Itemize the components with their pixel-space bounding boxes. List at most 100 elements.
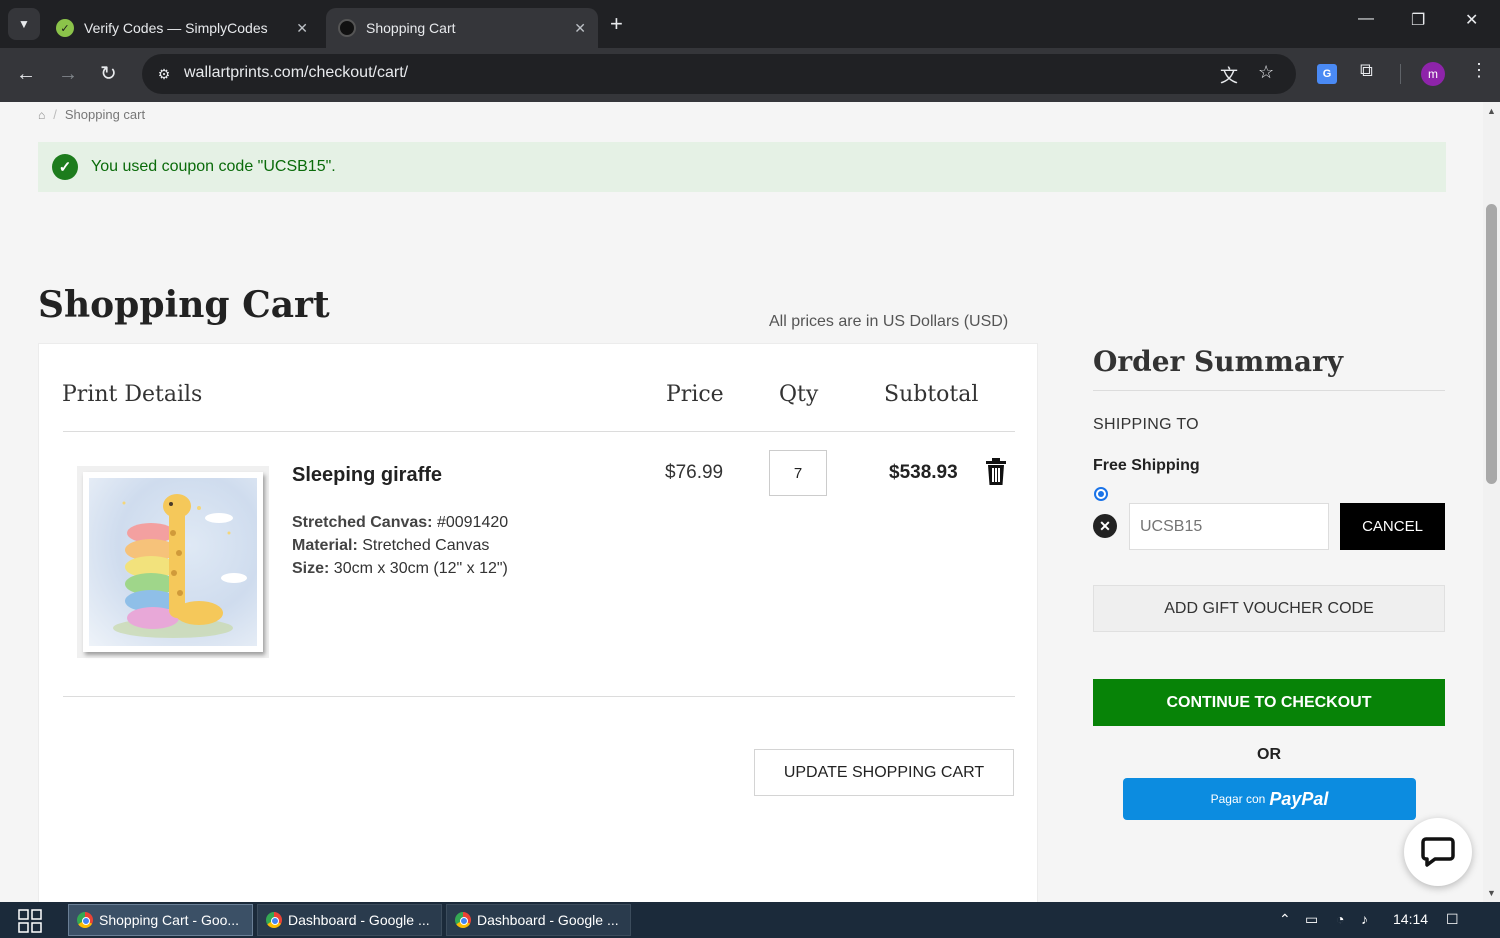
currency-note: All prices are in US Dollars (USD) <box>769 313 1009 330</box>
menu-kebab-icon[interactable]: ⋮ <box>1470 60 1488 81</box>
taskbar-item[interactable]: Dashboard - Google ... <box>446 904 631 936</box>
column-header-price: Price <box>666 382 724 407</box>
taskbar-item-title: Dashboard - Google ... <box>288 912 430 928</box>
chevron-down-icon: ▼ <box>18 17 30 31</box>
minimize-icon[interactable]: — <box>1358 10 1374 28</box>
translate-icon[interactable]: 文 <box>1220 62 1238 88</box>
chrome-icon <box>455 912 471 928</box>
close-tab-icon[interactable]: ✕ <box>574 20 586 37</box>
product-name[interactable]: Sleeping giraffe <box>292 464 442 487</box>
paypal-button[interactable]: Pagar con PayPal <box>1123 778 1416 820</box>
site-favicon-icon <box>338 19 356 37</box>
tab-simplycodes[interactable]: ✓ Verify Codes — SimplyCodes ✕ <box>44 8 320 48</box>
header-divider <box>63 431 1015 432</box>
item-price: $76.99 <box>665 462 724 483</box>
alert-message: You used coupon code "UCSB15". <box>91 158 336 175</box>
remove-coupon-icon[interactable]: ✕ <box>1093 514 1117 538</box>
scroll-down-icon[interactable]: ▼ <box>1487 888 1496 898</box>
shipping-method-radio[interactable] <box>1094 487 1108 501</box>
attribute-size: Size: 30cm x 30cm (12" x 12") <box>292 560 508 578</box>
tab-search-button[interactable]: ▼ <box>8 8 40 40</box>
tab-title: Verify Codes — SimplyCodes <box>84 20 268 36</box>
cancel-coupon-button[interactable]: CANCEL <box>1340 503 1445 550</box>
close-window-icon[interactable]: ✕ <box>1465 10 1478 30</box>
page-scrollbar[interactable]: ▲ ▼ <box>1483 102 1500 902</box>
start-grid-icon[interactable] <box>18 909 42 933</box>
product-thumbnail[interactable] <box>77 466 269 658</box>
volume-icon[interactable]: ♪ <box>1361 911 1368 927</box>
item-divider <box>63 696 1015 697</box>
attribute-material: Material: Stretched Canvas <box>292 537 489 555</box>
tab-shopping-cart[interactable]: Shopping Cart ✕ <box>326 8 598 48</box>
quantity-input[interactable] <box>769 450 827 496</box>
profile-avatar[interactable]: m <box>1421 62 1445 86</box>
column-header-subtotal: Subtotal <box>884 382 979 407</box>
extensions-puzzle-icon[interactable]: ⧉ <box>1360 60 1373 81</box>
shipping-method-label: Free Shipping <box>1093 457 1200 474</box>
scroll-up-icon[interactable]: ▲ <box>1487 106 1496 116</box>
or-separator: OR <box>1257 746 1281 763</box>
chrome-icon <box>77 912 93 928</box>
paypal-prefix: Pagar con <box>1210 792 1266 806</box>
attribute-value: 30cm x 30cm (12" x 12") <box>329 560 508 577</box>
breadcrumb: ⌂ / Shopping cart <box>38 107 145 122</box>
summary-divider <box>1093 390 1445 391</box>
order-summary-title: Order Summary <box>1093 345 1344 378</box>
attribute-value: #0091420 <box>432 514 509 531</box>
attribute-canvas: Stretched Canvas: #0091420 <box>292 514 508 532</box>
scrollbar-thumb[interactable] <box>1486 204 1497 484</box>
reload-icon[interactable]: ↻ <box>100 62 117 86</box>
chrome-icon <box>266 912 282 928</box>
back-icon[interactable]: ← <box>16 62 36 86</box>
coupon-code-input[interactable] <box>1129 503 1329 550</box>
new-tab-button[interactable]: + <box>610 12 623 36</box>
home-icon[interactable]: ⌂ <box>38 108 45 122</box>
attribute-label: Material: <box>292 537 358 554</box>
item-subtotal: $538.93 <box>889 462 958 483</box>
simplycodes-favicon-icon: ✓ <box>56 19 74 37</box>
shipping-to-label: SHIPPING TO <box>1093 416 1199 433</box>
breadcrumb-separator: / <box>53 107 57 122</box>
taskbar-item[interactable]: Dashboard - Google ... <box>257 904 442 936</box>
column-header-details: Print Details <box>62 382 203 407</box>
continue-to-checkout-button[interactable]: CONTINUE TO CHECKOUT <box>1093 679 1445 726</box>
google-translate-extension-icon[interactable]: G <box>1317 64 1337 84</box>
page-content: ⌂ / Shopping cart ✓ You used coupon code… <box>0 102 1483 902</box>
column-header-qty: Qty <box>779 382 819 407</box>
site-info-icon[interactable]: ⚙ <box>152 62 176 86</box>
clock[interactable]: 14:14 <box>1393 911 1428 927</box>
chat-icon <box>1421 837 1455 867</box>
attribute-label: Size: <box>292 560 330 577</box>
wifi-icon[interactable]: ◔ <box>1336 911 1344 927</box>
tray-chevron-up-icon[interactable]: ⌃ <box>1279 911 1291 928</box>
attribute-value: Stretched Canvas <box>357 537 490 554</box>
breadcrumb-current: Shopping cart <box>64 107 146 122</box>
address-bar[interactable]: ⚙ wallartprints.com/checkout/cart/ 文 ☆ <box>142 54 1296 94</box>
url-text[interactable]: wallartprints.com/checkout/cart/ <box>184 64 408 82</box>
live-chat-button[interactable] <box>1404 818 1472 886</box>
close-tab-icon[interactable]: ✕ <box>296 20 308 37</box>
battery-icon[interactable]: ▭ <box>1305 911 1318 928</box>
update-cart-button[interactable]: UPDATE SHOPPING CART <box>754 749 1014 796</box>
notifications-icon[interactable]: ☐ <box>1446 911 1459 928</box>
taskbar-item[interactable]: Shopping Cart - Goo... <box>68 904 253 936</box>
browser-toolbar: ← → ↻ ⚙ wallartprints.com/checkout/cart/… <box>0 48 1500 102</box>
page-title: Shopping Cart <box>38 284 330 326</box>
attribute-label: Stretched Canvas: <box>292 514 433 531</box>
check-circle-icon: ✓ <box>52 154 78 180</box>
toolbar-divider <box>1400 64 1401 84</box>
trash-icon[interactable] <box>985 458 1007 486</box>
forward-icon[interactable]: → <box>58 62 78 86</box>
cart-panel: Print Details Price Qty Subtotal Sleepin… <box>38 343 1038 902</box>
os-taskbar: Shopping Cart - Goo... Dashboard - Googl… <box>0 902 1500 938</box>
bookmark-star-icon[interactable]: ☆ <box>1258 62 1274 83</box>
tab-title: Shopping Cart <box>366 20 456 36</box>
add-gift-voucher-button[interactable]: ADD GIFT VOUCHER CODE <box>1093 585 1445 632</box>
coupon-success-alert: ✓ You used coupon code "UCSB15". <box>38 142 1446 192</box>
giraffe-artwork-image <box>89 478 257 646</box>
restore-icon[interactable]: ❐ <box>1411 10 1425 30</box>
taskbar-item-title: Dashboard - Google ... <box>477 912 619 928</box>
taskbar-item-title: Shopping Cart - Goo... <box>99 912 240 928</box>
paypal-logo: PayPal <box>1269 788 1329 809</box>
browser-tab-bar: ▼ ✓ Verify Codes — SimplyCodes ✕ Shoppin… <box>0 0 1500 48</box>
